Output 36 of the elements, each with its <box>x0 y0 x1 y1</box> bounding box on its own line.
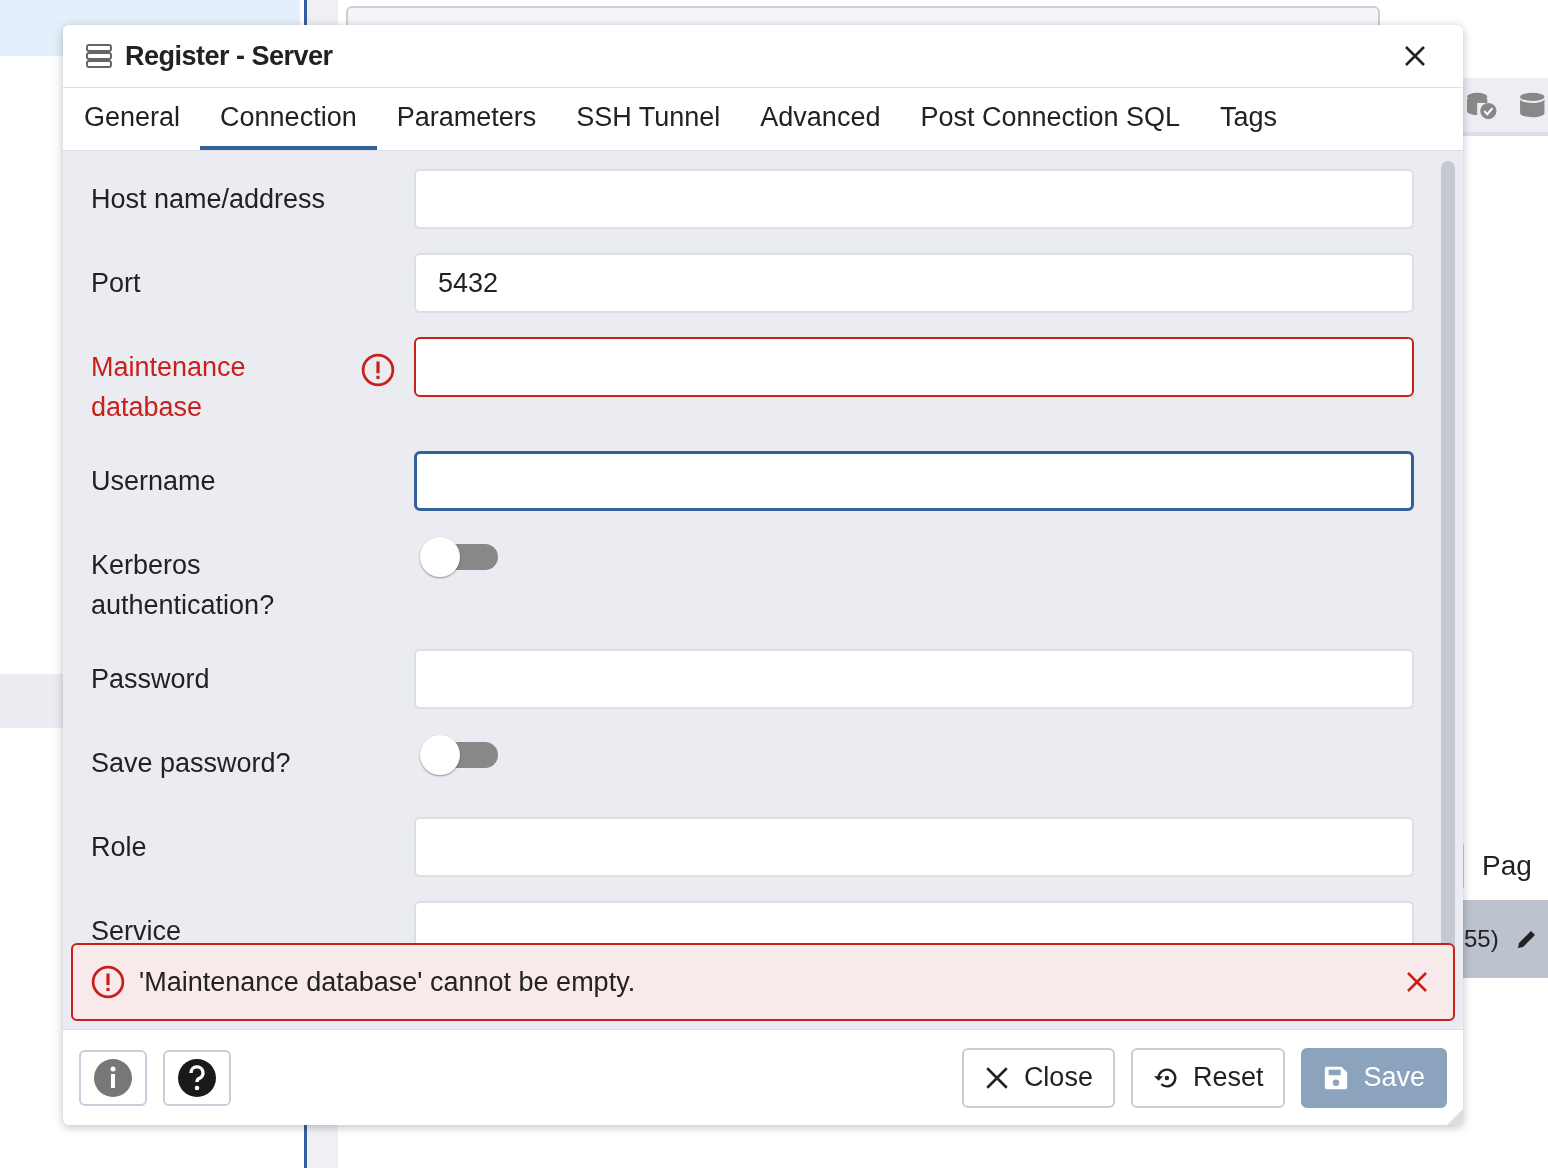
dialog-title: Register - Server <box>125 40 334 72</box>
field-label: Port <box>91 267 142 300</box>
tab[interactable]: Post Connection SQL <box>900 88 1201 150</box>
error-icon <box>361 353 395 387</box>
info-icon <box>93 1057 133 1098</box>
reset-button[interactable]: Reset <box>1130 1047 1286 1108</box>
field-label: Password <box>91 663 211 696</box>
input-field[interactable]: 5432 <box>414 253 1414 313</box>
resize-grip-icon[interactable] <box>1447 1109 1463 1125</box>
tab[interactable]: General <box>64 88 201 150</box>
help-icon <box>177 1057 217 1098</box>
tab[interactable]: Tags <box>1200 88 1298 150</box>
tab[interactable]: Parameters <box>376 88 557 150</box>
tab[interactable]: SSH Tunnel <box>556 88 741 150</box>
toggle-switch[interactable] <box>418 733 500 777</box>
error-icon <box>91 965 125 999</box>
server-icon <box>85 42 113 70</box>
toggle-switch[interactable] <box>418 535 500 579</box>
field-label: Maintenance database <box>91 351 247 424</box>
save-icon <box>1323 1064 1350 1091</box>
close-icon[interactable] <box>1403 44 1427 68</box>
field-label: Host name/address <box>91 183 327 216</box>
field-label: Role <box>91 831 148 864</box>
field-label: Username <box>91 465 217 498</box>
help-button[interactable] <box>163 1049 231 1106</box>
close-button[interactable]: Close <box>961 1047 1115 1108</box>
field-label: Kerberos authentication? <box>91 549 276 622</box>
input-field[interactable] <box>414 337 1414 397</box>
input-field[interactable] <box>414 451 1414 511</box>
pager-label: Pag <box>1482 850 1532 882</box>
tab[interactable]: Advanced <box>740 88 901 150</box>
field-label: Service <box>91 915 183 948</box>
row-text: 55) <box>1464 925 1499 953</box>
field-label: Save password? <box>91 747 292 780</box>
error-message: 'Maintenance database' cannot be empty. <box>139 966 637 998</box>
info-button[interactable] <box>79 1049 147 1106</box>
